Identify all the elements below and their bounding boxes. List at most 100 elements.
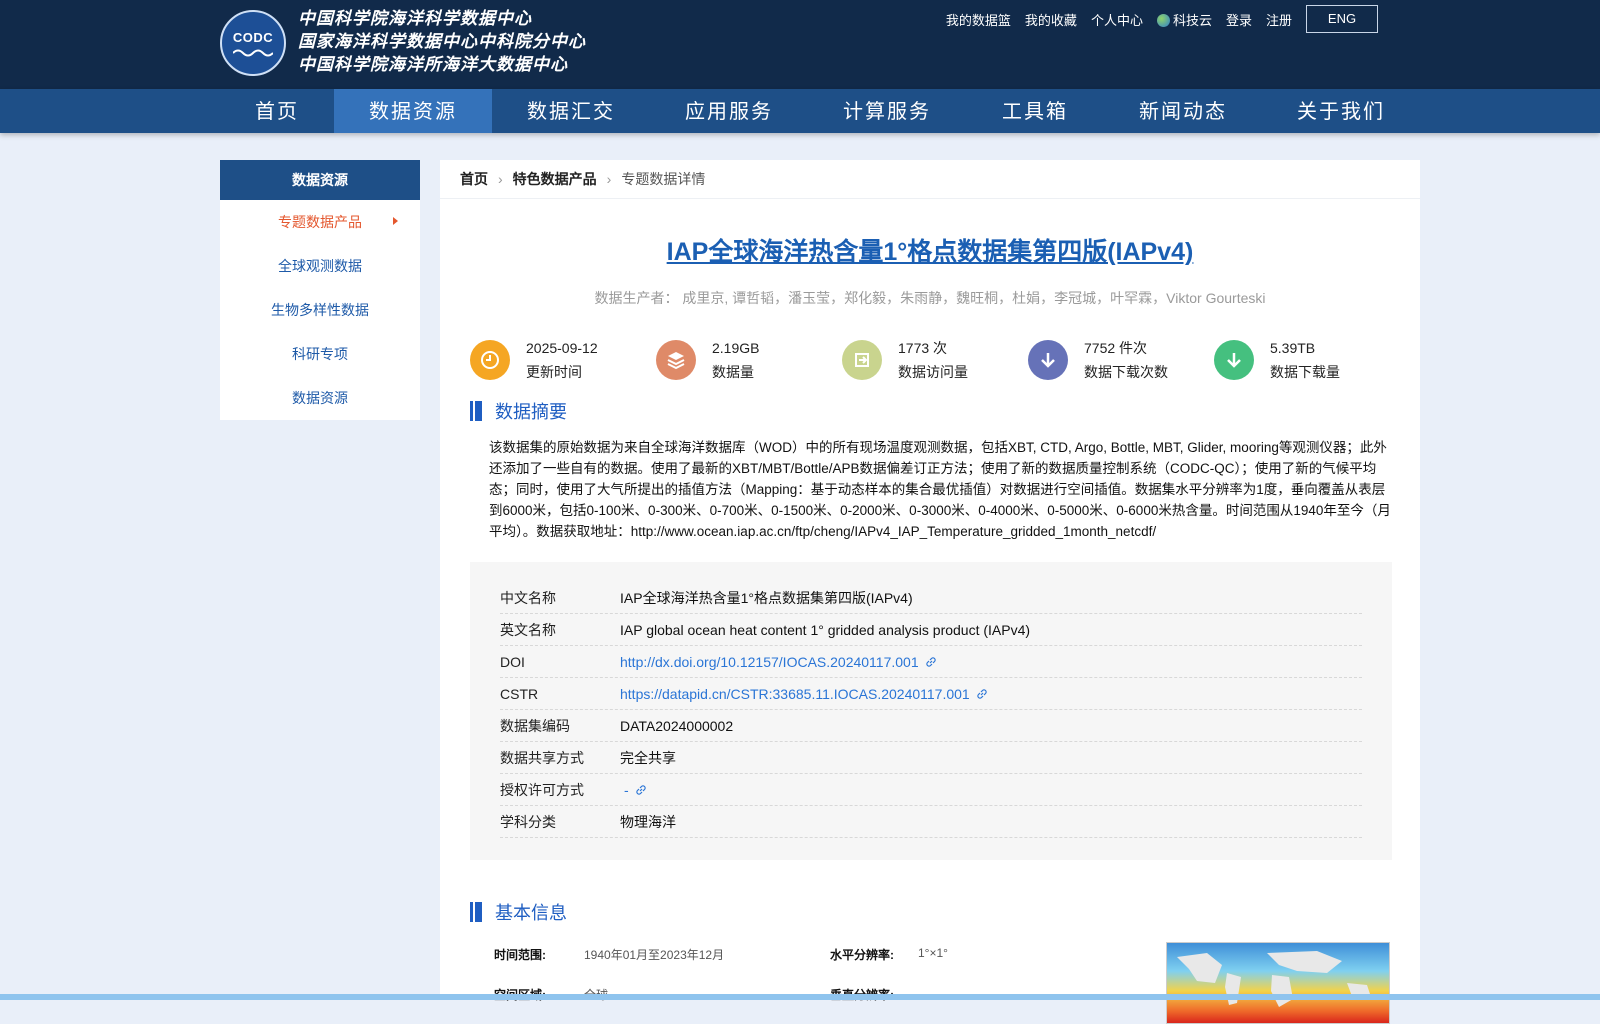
stat-value: 1773 次 [898, 340, 948, 356]
globe-icon [1156, 13, 1170, 27]
sidebar-item-label: 专题数据产品 [278, 214, 362, 230]
org-line-1: 中国科学院海洋科学数据中心 [298, 9, 532, 29]
codc-logo[interactable]: CODC [220, 10, 286, 76]
access-icon [842, 340, 882, 380]
org-line-3: 中国科学院海洋所海洋大数据中心 [298, 55, 568, 75]
caret-right-icon [393, 217, 398, 225]
nav-home[interactable]: 首页 [220, 89, 334, 133]
my-data-basket-link[interactable]: 我的数据篮 [946, 10, 1011, 29]
info-value: IAP global ocean heat content 1° gridded… [620, 621, 1031, 638]
info-row-dataset-code: 数据集编码 DATA2024000002 [500, 710, 1362, 742]
horizontal-resolution-label: 水平分辨率: [830, 948, 894, 962]
download-volume-icon [1214, 340, 1254, 380]
producers-names: 成里京, 谭哲韬，潘玉莹，郑化毅，朱雨静，魏旺桐，杜娟，李冠城，叶罕霖，Vikt… [682, 290, 1266, 306]
link-icon [977, 688, 987, 699]
time-range-label: 时间范围: [494, 948, 546, 962]
cstr-link-text: https://datapid.cn/CSTR:33685.11.IOCAS.2… [620, 685, 970, 702]
science-cloud-link[interactable]: 科技云 [1156, 10, 1212, 29]
dataset-title[interactable]: IAP全球海洋热含量1°格点数据集第四版(IAPv4) [440, 232, 1420, 268]
stats-row: 2025-09-12 更新时间 2.19GB 数据量 1773 次数据访问量 775… [470, 336, 1400, 384]
nav-app-services[interactable]: 应用服务 [650, 89, 808, 133]
stat-label: 数据访问量 [898, 364, 968, 380]
sidebar-item-biodiversity[interactable]: 生物多样性数据 [220, 288, 420, 332]
producers-label: 数据生产者： [594, 290, 679, 306]
stat-update-time: 2025-09-12 更新时间 [470, 336, 656, 384]
info-label: DOI [500, 653, 525, 670]
section-marker-icon [470, 401, 482, 421]
info-row-chinese-name: 中文名称 IAP全球海洋热含量1°格点数据集第四版(IAPv4) [500, 582, 1362, 614]
section-marker-icon [470, 902, 482, 922]
info-label: 授权许可方式 [500, 781, 584, 798]
stat-access-count: 1773 次数据访问量 [842, 336, 1028, 384]
info-row-cstr: CSTR https://datapid.cn/CSTR:33685.11.IO… [500, 678, 1362, 710]
wave-icon [233, 49, 273, 56]
stat-data-size: 2.19GB 数据量 [656, 336, 842, 384]
breadcrumb-featured-products[interactable]: 特色数据产品 [513, 169, 597, 189]
abstract-text: 该数据集的原始数据为来自全球海洋数据库（WOD）中的所有现场温度观测数据，包括X… [489, 440, 1391, 539]
login-link[interactable]: 登录 [1226, 10, 1252, 29]
download-count-icon [1028, 340, 1068, 380]
info-value: 完全共享 [620, 749, 676, 766]
stat-label: 更新时间 [526, 364, 582, 380]
info-row-doi: DOI http://dx.doi.org/10.12157/IOCAS.202… [500, 646, 1362, 678]
nav-data-submission[interactable]: 数据汇交 [492, 89, 650, 133]
license-link[interactable]: - [620, 782, 647, 798]
info-row-english-name: 英文名称 IAP global ocean heat content 1° gr… [500, 614, 1362, 646]
doi-link[interactable]: http://dx.doi.org/10.12157/IOCAS.2024011… [620, 654, 937, 670]
nav-toolbox[interactable]: 工具箱 [966, 89, 1104, 133]
main-panel: 首页 › 特色数据产品 › 专题数据详情 IAP全球海洋热含量1°格点数据集第四… [440, 160, 1420, 1024]
info-table: 中文名称 IAP全球海洋热含量1°格点数据集第四版(IAPv4) 英文名称 IA… [470, 562, 1392, 860]
chevron-right-icon: › [498, 171, 503, 187]
register-link[interactable]: 注册 [1266, 10, 1292, 29]
main-nav: 首页 数据资源 数据汇交 应用服务 计算服务 工具箱 新闻动态 关于我们 [0, 89, 1600, 133]
chevron-right-icon: › [606, 171, 612, 187]
info-value: DATA2024000002 [620, 717, 734, 734]
link-icon [925, 656, 936, 667]
license-link-text: - [624, 781, 629, 798]
dataset-map-thumbnail[interactable] [1166, 942, 1390, 1024]
dataset-producers: 数据生产者： 成里京, 谭哲韬，潘玉莹，郑化毅，朱雨静，魏旺桐，杜娟，李冠城，叶… [440, 288, 1420, 308]
sidebar-item-thematic-products[interactable]: 专题数据产品 [220, 200, 420, 244]
nav-about[interactable]: 关于我们 [1262, 89, 1420, 133]
info-label: 数据共享方式 [500, 749, 584, 766]
sidebar-title: 数据资源 [220, 160, 420, 200]
language-switch-button[interactable]: ENG [1306, 5, 1378, 33]
doi-link-text: http://dx.doi.org/10.12157/IOCAS.2024011… [620, 653, 919, 670]
my-favorites-link[interactable]: 我的收藏 [1025, 10, 1077, 29]
cstr-link[interactable]: https://datapid.cn/CSTR:33685.11.IOCAS.2… [620, 686, 988, 702]
nav-compute-services[interactable]: 计算服务 [808, 89, 966, 133]
sidebar: 数据资源 专题数据产品 全球观测数据 生物多样性数据 科研专项 数据资源 [220, 160, 420, 420]
info-row-sharing-mode: 数据共享方式 完全共享 [500, 742, 1362, 774]
stat-value: 5.39TB [1270, 340, 1316, 356]
info-label: 学科分类 [500, 813, 556, 830]
science-cloud-label: 科技云 [1172, 12, 1212, 28]
info-row-discipline: 学科分类 物理海洋 [500, 806, 1362, 838]
horizontal-scrollbar[interactable] [0, 994, 1600, 1000]
sidebar-item-global-observation[interactable]: 全球观测数据 [220, 244, 420, 288]
info-value: 物理海洋 [620, 813, 676, 830]
stat-label: 数据量 [712, 364, 754, 380]
time-range-value: 1940年01月至2023年12月 [584, 948, 725, 962]
breadcrumb-home[interactable]: 首页 [460, 169, 488, 189]
personal-center-link[interactable]: 个人中心 [1091, 10, 1143, 29]
basic-info-heading: 基本信息 [470, 899, 567, 925]
stat-download-volume: 5.39TB 数据下载量 [1214, 336, 1400, 384]
user-links: 我的数据篮 我的收藏 个人中心 科技云 登录 注册 ENG [932, 5, 1378, 33]
clock-icon [470, 340, 510, 380]
section-title: 数据摘要 [495, 402, 567, 422]
stat-label: 数据下载次数 [1084, 364, 1168, 380]
stat-value: 2025-09-12 [526, 340, 598, 356]
info-value: IAP全球海洋热含量1°格点数据集第四版(IAPv4) [620, 589, 913, 606]
heat-map-image [1167, 943, 1389, 1023]
section-title: 基本信息 [495, 903, 567, 923]
info-label: 英文名称 [500, 621, 556, 638]
stat-label: 数据下载量 [1270, 364, 1340, 380]
nav-news[interactable]: 新闻动态 [1104, 89, 1262, 133]
sidebar-item-research-projects[interactable]: 科研专项 [220, 332, 420, 376]
stat-value: 2.19GB [712, 340, 760, 356]
horizontal-resolution-value: 1°×1° [918, 946, 948, 960]
logo-abbr: CODC [232, 29, 274, 45]
sidebar-item-data-resources[interactable]: 数据资源 [220, 376, 420, 420]
info-label: 数据集编码 [500, 717, 570, 734]
nav-data-resources[interactable]: 数据资源 [334, 89, 492, 133]
